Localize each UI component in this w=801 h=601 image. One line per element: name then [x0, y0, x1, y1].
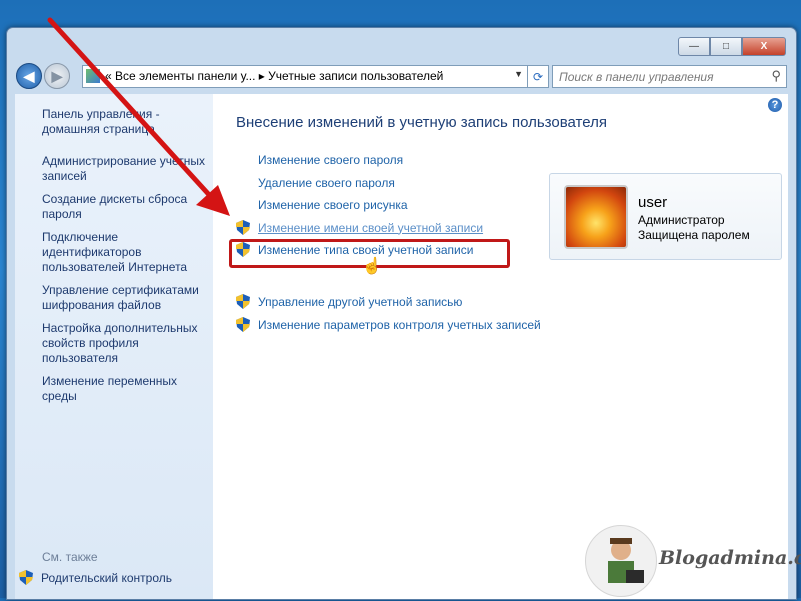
- main-content: ? Внесение изменений в учетную запись по…: [213, 94, 788, 599]
- page-title: Внесение изменений в учетную запись поль…: [236, 114, 607, 131]
- sidebar-item-profile-properties[interactable]: Настройка дополнительных свойств профиля…: [42, 321, 212, 366]
- sidebar-item-parental-control[interactable]: Родительский контроль: [19, 570, 172, 585]
- sidebar-item-env-variables[interactable]: Изменение переменных среды: [42, 374, 212, 404]
- close-button[interactable]: X: [742, 37, 786, 56]
- window-controls: — □ X: [678, 37, 786, 56]
- address-bar[interactable]: « Все элементы панели у... ▸ Учетные зап…: [82, 65, 528, 88]
- watermark-text: Blogadmina.com: [659, 547, 801, 569]
- forward-arrow-icon[interactable]: ▶: [44, 63, 70, 89]
- help-icon[interactable]: ?: [768, 98, 782, 112]
- user-role: Администратор: [638, 213, 725, 227]
- link-change-account-name[interactable]: Изменение имени своей учетной записи: [236, 220, 483, 235]
- blogger-icon: [608, 538, 644, 583]
- sidebar-item-admin-accounts[interactable]: Администрирование учетных записей: [42, 154, 212, 184]
- link-uac-settings-label: Изменение параметров контроля учетных за…: [258, 317, 541, 332]
- see-also-label: См. также: [42, 550, 98, 564]
- chevron-down-icon[interactable]: ▼: [514, 69, 523, 79]
- link-change-picture[interactable]: Изменение своего рисунка: [258, 198, 408, 212]
- user-status: Защищена паролем: [638, 228, 750, 242]
- control-panel-icon: [86, 69, 100, 83]
- link-manage-other-account-label: Управление другой учетной записью: [258, 294, 463, 309]
- user-card: user Администратор Защищена паролем: [549, 173, 782, 260]
- control-panel-window: — □ X ◀ ▶ « Все элементы панели у... ▸ У…: [6, 27, 797, 600]
- link-change-password[interactable]: Изменение своего пароля: [258, 153, 403, 167]
- watermark-avatar: [585, 525, 657, 597]
- search-placeholder: Поиск в панели управления: [559, 70, 714, 84]
- watermark-logo: Blogadmina.com: [585, 525, 801, 598]
- avatar: [564, 185, 628, 249]
- shield-icon: [236, 294, 250, 309]
- minimize-button[interactable]: —: [678, 37, 710, 56]
- sidebar-item-certificates[interactable]: Управление сертификатами шифрования файл…: [42, 283, 212, 313]
- link-change-account-name-label: Изменение имени своей учетной записи: [258, 220, 484, 235]
- sidebar-item-link-ids[interactable]: Подключение идентификаторов пользователе…: [42, 230, 212, 275]
- refresh-icon[interactable]: ⟳: [527, 65, 549, 88]
- search-input[interactable]: Поиск в панели управления ⚲: [552, 65, 787, 88]
- search-icon[interactable]: ⚲: [771, 68, 781, 84]
- sidebar-item-home[interactable]: Панель управления - домашняя страница: [42, 107, 212, 137]
- back-arrow-icon[interactable]: ◀: [16, 63, 42, 89]
- shield-icon: [19, 570, 33, 585]
- navigation-bar: ◀ ▶ « Все элементы панели у... ▸ Учетные…: [15, 62, 788, 92]
- sidebar: Панель управления - домашняя страница Ад…: [15, 94, 213, 599]
- maximize-button[interactable]: □: [710, 37, 742, 56]
- link-manage-other-account[interactable]: Управление другой учетной записью: [236, 294, 462, 309]
- link-remove-password[interactable]: Удаление своего пароля: [258, 176, 395, 190]
- sidebar-item-reset-disk[interactable]: Создание дискеты сброса пароля: [42, 192, 212, 222]
- shield-icon: [236, 317, 250, 332]
- link-uac-settings[interactable]: Изменение параметров контроля учетных за…: [236, 317, 541, 332]
- user-name: user: [638, 194, 668, 211]
- parental-control-label: Родительский контроль: [41, 570, 172, 585]
- hand-cursor-icon: ☝: [362, 258, 382, 275]
- shield-icon: [236, 220, 250, 235]
- breadcrumb: « Все элементы панели у... ▸ Учетные зап…: [105, 69, 444, 83]
